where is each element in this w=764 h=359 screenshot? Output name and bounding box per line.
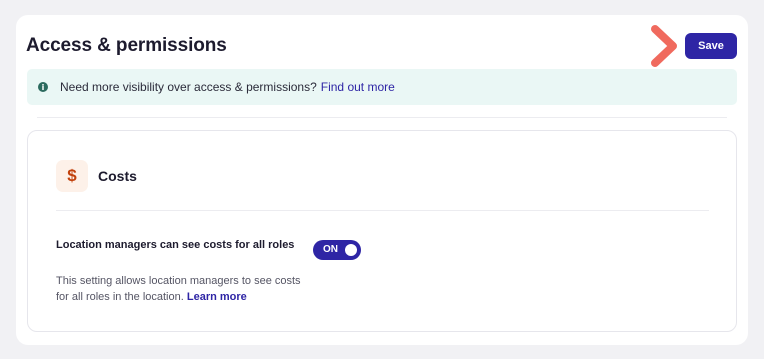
find-out-more-link[interactable]: Find out more <box>321 80 395 94</box>
page-title: Access & permissions <box>26 35 227 57</box>
learn-more-link[interactable]: Learn more <box>187 291 247 303</box>
setting-title: Location managers can see costs for all … <box>56 237 306 253</box>
settings-panel: Access & permissions Save i Need more vi… <box>16 15 748 345</box>
pointer-arrow-icon <box>649 23 683 69</box>
info-icon: i <box>38 82 48 92</box>
setting-description-text: This setting allows location managers to… <box>56 275 301 303</box>
save-button[interactable]: Save <box>685 33 737 59</box>
costs-card: $ Costs Location managers can see costs … <box>27 130 737 332</box>
banner-text: Need more visibility over access & permi… <box>60 80 317 94</box>
costs-visibility-toggle[interactable]: ON <box>313 240 361 260</box>
app-background: Access & permissions Save i Need more vi… <box>0 0 764 359</box>
divider <box>56 210 709 211</box>
divider <box>37 117 727 118</box>
dollar-icon: $ <box>56 160 88 192</box>
toggle-label: ON <box>323 244 338 255</box>
section-title: Costs <box>98 168 137 184</box>
info-banner: i Need more visibility over access & per… <box>27 69 737 105</box>
setting-description: This setting allows location managers to… <box>56 273 306 305</box>
toggle-knob <box>345 244 357 256</box>
